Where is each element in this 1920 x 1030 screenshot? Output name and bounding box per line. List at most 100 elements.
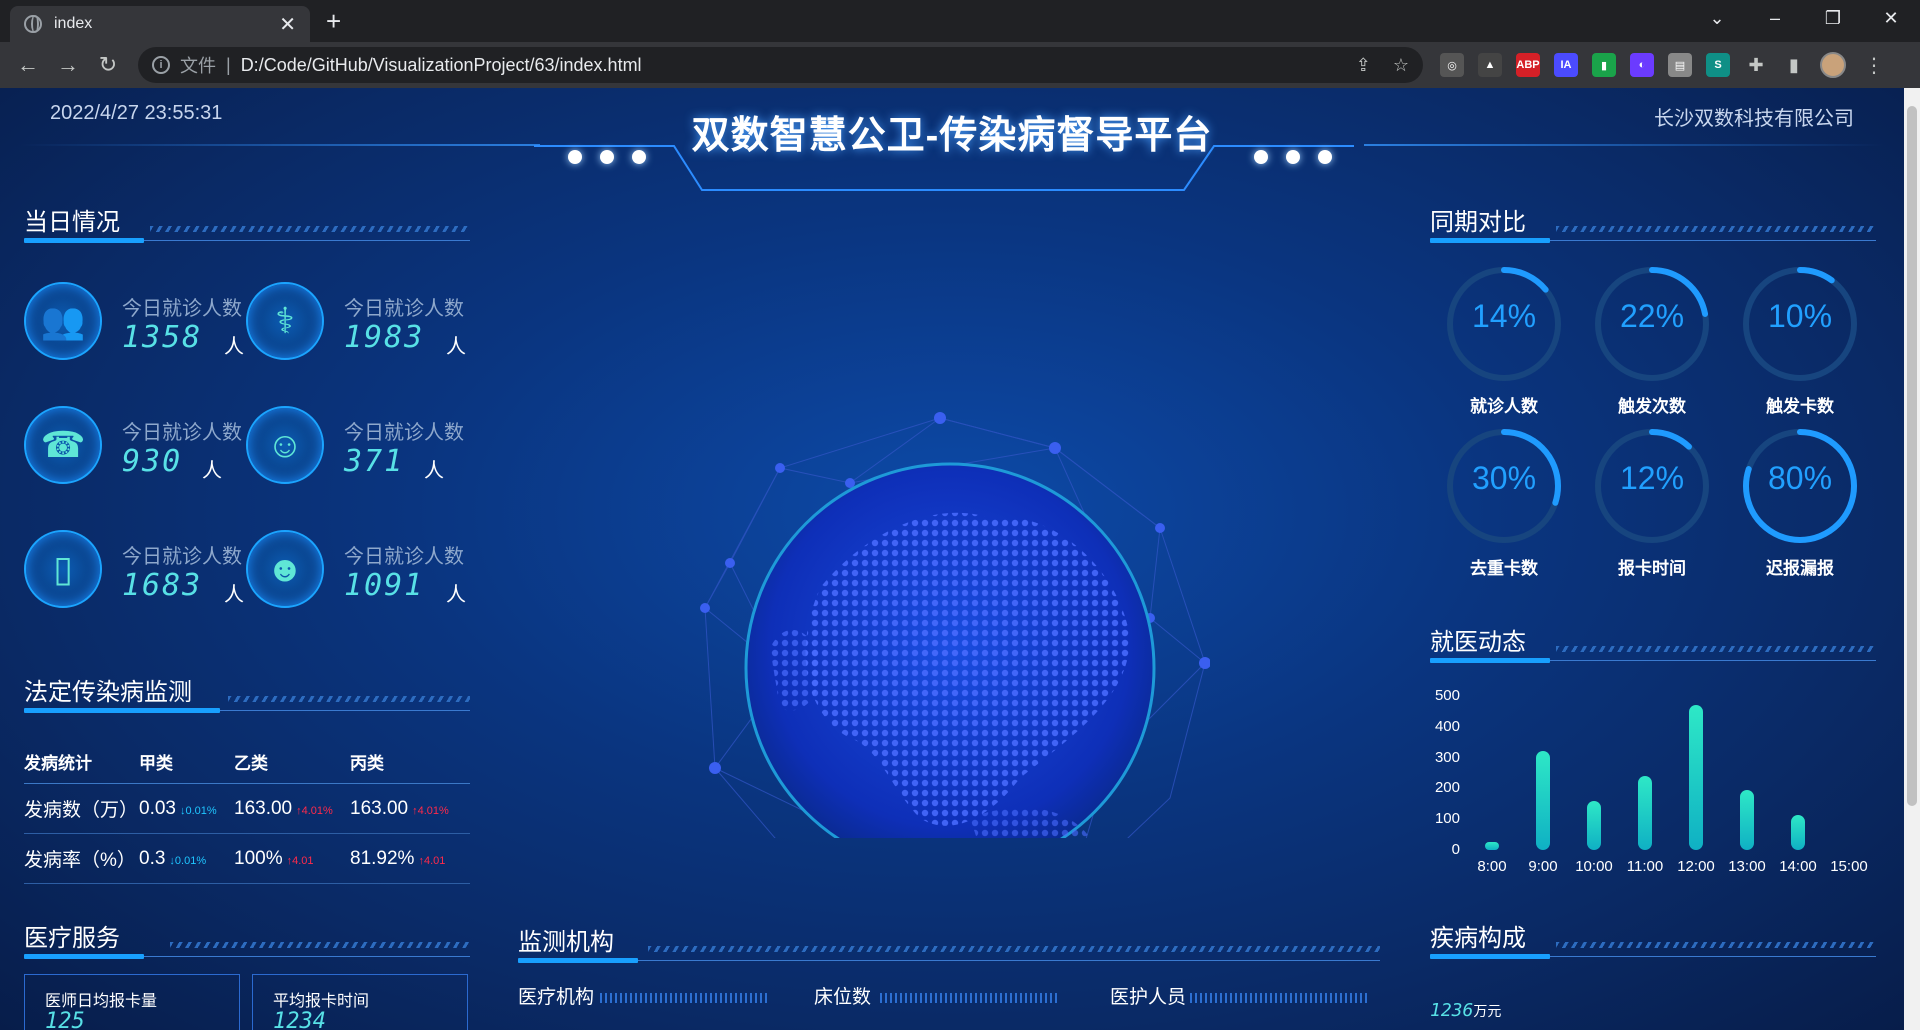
- column-header: 乙类: [234, 754, 268, 773]
- section-header-monitor: 监测机构: [518, 922, 1380, 963]
- monitor-label: 床位数: [814, 987, 872, 1008]
- section-hatch: [648, 946, 1380, 952]
- card-label: 平均报卡时间: [273, 993, 370, 1010]
- page-extension-icon[interactable]: ▤: [1668, 53, 1692, 77]
- section-hatch: [228, 696, 470, 702]
- back-button[interactable]: ←: [8, 52, 48, 78]
- tab-search-icon[interactable]: ⌄: [1688, 8, 1746, 29]
- restore-button[interactable]: ❐: [1804, 8, 1862, 29]
- section-hatch: [170, 942, 470, 948]
- browser-tab[interactable]: index ✕: [10, 6, 310, 42]
- triangle-extension-icon[interactable]: ▲: [1478, 53, 1502, 77]
- bar: [1485, 842, 1499, 850]
- abp-extension-icon[interactable]: ABP: [1516, 53, 1540, 77]
- y-tick-label: 500: [1434, 687, 1460, 704]
- compare-ring: 14% 就诊人数: [1444, 264, 1564, 416]
- phone-icon: ▯: [24, 530, 102, 608]
- section-title: 疾病构成: [1430, 925, 1526, 952]
- scrollbar-thumb[interactable]: [1907, 106, 1917, 806]
- cell-value: 100%: [234, 847, 283, 869]
- close-tab-icon[interactable]: ✕: [279, 12, 296, 37]
- close-window-button[interactable]: ✕: [1862, 8, 1920, 29]
- monitor-label: 医护人员: [1110, 987, 1187, 1008]
- bookmark-green-extension-icon[interactable]: ▮: [1592, 53, 1616, 77]
- ring-percent: 22%: [1619, 298, 1685, 334]
- forward-button[interactable]: →: [48, 52, 88, 78]
- bar: [1791, 814, 1805, 850]
- y-tick-label: 200: [1434, 779, 1460, 797]
- stat-card: 医师日均报卡量 125: [24, 974, 240, 1030]
- y-tick-label: 400: [1434, 717, 1460, 735]
- new-tab-button[interactable]: +: [326, 6, 341, 37]
- stat-unit: 人: [424, 460, 444, 482]
- moon-extension-icon[interactable]: ◐: [1630, 53, 1654, 77]
- cell: 163.00 ↑4.01%: [350, 798, 470, 820]
- x-tick-label: 15:00: [1830, 858, 1868, 875]
- share-icon[interactable]: ⇪: [1356, 55, 1371, 76]
- card-label: 医师日均报卡量: [45, 993, 158, 1010]
- section-title: 医疗服务: [24, 925, 120, 952]
- section-title: 同期对比: [1430, 209, 1526, 236]
- monitor-label: 医疗机构: [518, 987, 595, 1008]
- doctor-patient-icon: ⚕: [246, 282, 324, 360]
- profile-avatar[interactable]: [1820, 52, 1846, 78]
- minimize-button[interactable]: –: [1746, 8, 1804, 29]
- composition-total: 1236万元: [1430, 1000, 1501, 1021]
- column-header: 甲类: [139, 754, 173, 773]
- url-scheme-label: 文件: [180, 56, 216, 76]
- stat-unit: 人: [224, 336, 244, 358]
- cell-value: 0.03: [139, 797, 176, 819]
- card-value: 125: [45, 1009, 85, 1030]
- ring-percent: 12%: [1619, 460, 1685, 496]
- section-hatch: [1556, 942, 1876, 948]
- headset-icon: ☎: [24, 406, 102, 484]
- glasses-extension-icon[interactable]: ◎: [1440, 53, 1464, 77]
- bar: [1587, 800, 1601, 850]
- nurse-icon: ☺: [246, 406, 324, 484]
- monitor-progress: [1190, 993, 1370, 1003]
- compare-ring: 10% 触发卡数: [1740, 264, 1860, 416]
- table-row: 发病率（%） 0.3 ↓0.01% 100% ↑4.01 81.92% ↑4.01: [24, 834, 470, 884]
- stat-value: 1091: [344, 568, 425, 603]
- cell: 163.00 ↑4.01%: [234, 798, 350, 820]
- bar: [1536, 751, 1550, 850]
- info-icon[interactable]: i: [152, 56, 170, 74]
- row-label: 发病数（万）: [24, 800, 139, 821]
- section-title: 当日情况: [24, 209, 120, 236]
- sidepanel-icon[interactable]: ▮: [1782, 53, 1806, 77]
- stat-unit: 人: [446, 584, 466, 606]
- section-underline: [1430, 658, 1550, 663]
- s-extension-icon[interactable]: S: [1706, 53, 1730, 77]
- cell-value: 81.92%: [350, 847, 415, 869]
- reload-button[interactable]: ↻: [88, 52, 128, 78]
- puzzle-icon[interactable]: ✚: [1744, 53, 1768, 77]
- address-bar[interactable]: i 文件 | D:/Code/GitHub/VisualizationProje…: [138, 47, 1423, 83]
- section-underline: [24, 238, 144, 243]
- bar: [1638, 776, 1652, 850]
- ia-extension-icon[interactable]: IA: [1554, 53, 1578, 77]
- cell-value: 163.00: [234, 797, 293, 819]
- ring-percent: 30%: [1471, 460, 1537, 496]
- page-scrollbar[interactable]: [1904, 88, 1920, 1030]
- dashboard-page: 2022/4/27 23:55:31 长沙双数科技有限公司 双数智慧公卫-传染病…: [0, 88, 1904, 1030]
- stat-label: 今日就诊人数: [122, 422, 242, 444]
- extensions-area: ◎ ▲ ABP IA ▮ ◐ ▤ S ✚ ▮ ⋮: [1440, 52, 1884, 78]
- browser-menu-icon[interactable]: ⋮: [1864, 53, 1884, 78]
- section-line: [220, 710, 470, 711]
- compare-ring: 12% 报卡时间: [1592, 426, 1712, 578]
- bookmark-star-icon[interactable]: ☆: [1393, 55, 1409, 76]
- cell: 81.92% ↑4.01: [350, 848, 470, 870]
- daily-stat: ▯ 今日就诊人数 1683 人: [24, 530, 244, 610]
- table-header-row: 发病统计 甲类 乙类 丙类: [24, 740, 470, 784]
- browser-tab-bar: index ✕ + ⌄ – ❐ ✕: [0, 0, 1920, 42]
- tab-title: index: [54, 15, 93, 32]
- ring-label: 就诊人数: [1470, 397, 1538, 416]
- section-title: 法定传染病监测: [24, 679, 192, 706]
- section-underline: [518, 958, 638, 963]
- change-down: ↓0.01%: [179, 804, 217, 817]
- daily-stat: ☻ 今日就诊人数 1091 人: [246, 530, 466, 610]
- daily-stat: ☺ 今日就诊人数 371 人: [246, 406, 466, 486]
- section-line: [638, 960, 1380, 961]
- globe-icon: [24, 15, 42, 33]
- stat-label: 今日就诊人数: [122, 546, 242, 568]
